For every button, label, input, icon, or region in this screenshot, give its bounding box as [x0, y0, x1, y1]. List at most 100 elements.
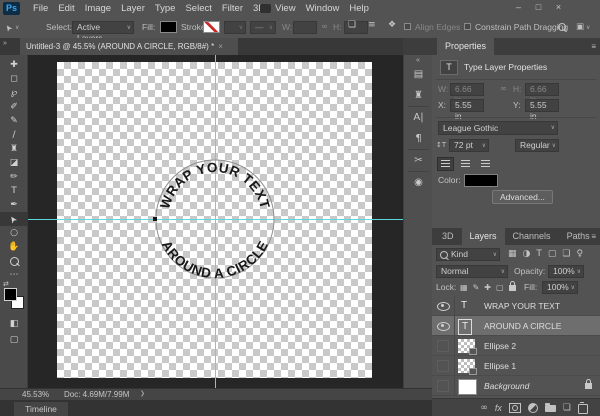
align-right-button[interactable] [477, 157, 494, 171]
font-style-dropdown[interactable]: Regular [515, 139, 559, 152]
eraser-tool[interactable]: ◪ [0, 156, 28, 170]
eyedropper-tool[interactable]: ✎ [0, 114, 28, 128]
visibility-toggle[interactable] [432, 296, 455, 316]
quick-selection-tool[interactable]: ✐ [0, 100, 28, 114]
document-tab[interactable]: Untitled-3 @ 45.5% (AROUND A CIRCLE, RGB… [20, 38, 238, 55]
screen-mode-button[interactable]: ▢ [0, 333, 28, 347]
collapse-panels-icon[interactable]: « [404, 55, 432, 64]
lock-artboard-icon[interactable]: ▢ [496, 281, 504, 294]
lock-pixels-icon[interactable]: ✎ [473, 281, 480, 294]
font-family-dropdown[interactable]: League Gothic [438, 121, 558, 135]
quick-mask-button[interactable]: ◧ [0, 317, 28, 331]
prop-x-field[interactable]: 5.55 in [450, 99, 484, 112]
layers-menu-icon[interactable]: ≡ [591, 232, 596, 241]
menu-image[interactable]: Image [80, 0, 116, 17]
menu-window[interactable]: Window [301, 0, 345, 17]
maximize-button[interactable]: □ [532, 0, 545, 15]
path-alignment-icon[interactable]: ≡ [368, 20, 376, 30]
font-size-dropdown[interactable]: 72 pt [449, 139, 489, 152]
fill-swatch[interactable] [160, 21, 177, 33]
hand-tool[interactable]: ✋ [0, 240, 28, 254]
adjustment-layer-icon[interactable] [528, 403, 538, 413]
type-tool[interactable]: T [0, 184, 28, 198]
collapse-toolbar-icon[interactable]: » [3, 40, 7, 47]
filter-smart-object-icon[interactable]: ❏ [562, 248, 570, 261]
menu-filter[interactable]: Filter [217, 0, 248, 17]
clone-source-icon[interactable]: ♜ [404, 85, 433, 106]
delete-layer-icon[interactable] [578, 404, 588, 414]
layer-row-around-a-circle[interactable]: TAROUND A CIRCLE [432, 316, 600, 336]
paragraph-panel-icon[interactable]: ¶ [404, 128, 433, 149]
brush-tool[interactable]: ∕ [0, 128, 28, 142]
lock-position-icon[interactable]: ✚ [484, 281, 491, 294]
visibility-toggle[interactable] [432, 376, 455, 396]
filter-pixel-icon[interactable]: ▦ [508, 248, 517, 261]
layer-effects-icon[interactable]: fx [495, 403, 502, 413]
path-anchor-point[interactable] [153, 217, 157, 221]
lock-all-icon[interactable] [509, 285, 516, 291]
select-mode-dropdown[interactable]: Active Layers [72, 21, 134, 34]
layer-thumbnail-background[interactable] [458, 379, 477, 395]
canvas-area[interactable]: WRAP YOUR TEXT AROUND A CIRCLE [28, 55, 403, 388]
pen-tool[interactable]: ✒ [0, 198, 28, 212]
minimize-button[interactable]: – [512, 0, 525, 15]
layer-thumbnail-shape[interactable] [458, 339, 475, 353]
path-operations-icon[interactable]: ❏ [348, 20, 356, 30]
visibility-toggle[interactable] [432, 336, 455, 356]
new-group-icon[interactable] [545, 405, 556, 412]
menu-view[interactable]: View [270, 0, 300, 17]
ellipse-tool[interactable]: ○ [0, 226, 28, 240]
filter-adjustment-icon[interactable]: ◑ [523, 248, 531, 261]
tab-timeline[interactable]: Timeline [14, 402, 68, 416]
workspace-icon[interactable]: ▣ ∨ [576, 17, 590, 38]
tool-presets-icon[interactable]: ✂ [404, 150, 433, 171]
menu-type[interactable]: Type [150, 0, 181, 17]
layer-row-wrap-your-text[interactable]: TWRAP YOUR TEXT [432, 296, 600, 316]
menu-help[interactable]: Help [344, 0, 374, 17]
menu-file[interactable]: File [28, 0, 53, 17]
visibility-toggle[interactable] [432, 356, 455, 376]
filter-shape-icon[interactable]: ▢ [548, 248, 557, 261]
menu-layer[interactable]: Layer [116, 0, 150, 17]
tab-layers[interactable]: Layers [462, 228, 505, 245]
stroke-swatch[interactable] [203, 21, 220, 33]
layer-row-background[interactable]: Background [432, 376, 600, 396]
brush-settings-icon[interactable]: ▤ [404, 64, 433, 85]
new-layer-icon[interactable]: ❏ [563, 403, 571, 413]
zoom-level[interactable]: 45.53% [22, 389, 49, 400]
tab-channels[interactable]: Channels [505, 228, 559, 245]
menu-edit[interactable]: Edit [53, 0, 79, 17]
status-chevron-icon[interactable]: ❯ [140, 389, 145, 400]
foreground-color-swatch[interactable] [4, 288, 17, 301]
layer-row-ellipse-1[interactable]: Ellipse 1 [432, 356, 600, 376]
character-panel-icon[interactable]: A| [404, 107, 433, 128]
layer-row-ellipse-2[interactable]: Ellipse 2 [432, 336, 600, 356]
align-center-button[interactable] [457, 157, 474, 171]
canvas-text-top[interactable]: WRAP YOUR TEXT [157, 160, 273, 211]
properties-menu-icon[interactable]: ≡ [591, 42, 596, 51]
clone-stamp-tool[interactable]: ♜ [0, 142, 28, 156]
filter-type-icon[interactable]: T [536, 248, 542, 261]
tab-properties[interactable]: Properties [437, 38, 494, 55]
layer-thumbnail-shape[interactable] [458, 359, 475, 373]
close-button[interactable]: × [552, 0, 565, 15]
constrain-path-checkbox[interactable] [464, 23, 471, 30]
filter-pin-icon[interactable]: ♀ [576, 248, 583, 261]
spiral-icon[interactable]: ◉ [404, 172, 433, 193]
menu-select[interactable]: Select [180, 0, 216, 17]
opacity-dropdown[interactable]: 100% [548, 265, 584, 278]
visibility-toggle[interactable] [432, 316, 455, 336]
rectangular-marquee-tool[interactable]: ◻ [0, 72, 28, 86]
fill-dropdown[interactable]: 100% [542, 281, 578, 294]
move-tool[interactable]: ✚ [0, 58, 28, 72]
lock-transparency-icon[interactable]: ▦ [460, 281, 468, 294]
align-left-button[interactable] [437, 157, 454, 171]
blend-mode-dropdown[interactable]: Normal [436, 265, 508, 278]
link-layers-icon[interactable]: ∞ [480, 403, 488, 413]
path-selection-tool[interactable]: ➤ [0, 212, 28, 226]
prop-link-icon[interactable]: ∞ [500, 83, 507, 96]
path-arrangement-icon[interactable]: ❖ [388, 20, 396, 30]
layer-thumbnail-text[interactable]: T [458, 319, 472, 335]
layer-thumbnail-text[interactable]: T [461, 299, 467, 313]
canvas-text-bottom[interactable]: AROUND A CIRCLE [159, 238, 271, 281]
